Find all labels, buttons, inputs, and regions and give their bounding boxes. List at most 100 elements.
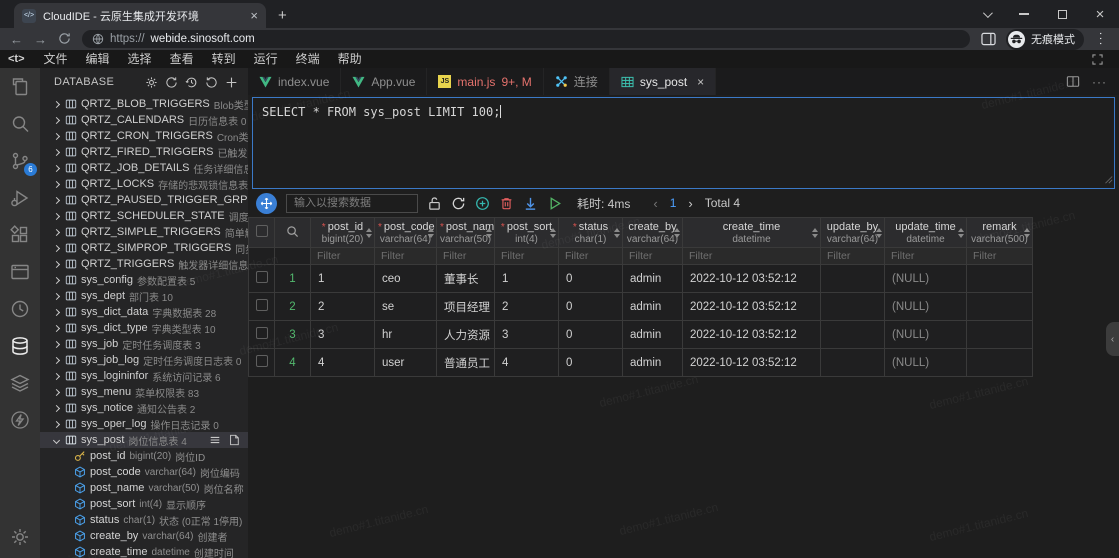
add-connection-icon[interactable]: [225, 76, 238, 89]
column-header[interactable]: post_id bigint(20): [311, 218, 375, 248]
history-clock-icon[interactable]: [9, 298, 31, 320]
menu-item[interactable]: 文件: [35, 50, 77, 68]
sort-icon[interactable]: [958, 228, 964, 238]
explorer-icon[interactable]: [9, 76, 31, 98]
cell-post_sort[interactable]: 4: [495, 349, 559, 377]
cell-remark[interactable]: [967, 321, 1033, 349]
extensions-icon[interactable]: [9, 224, 31, 246]
sort-icon[interactable]: [674, 228, 680, 238]
table-tree-item-selected[interactable]: sys_post 岗位信息表 4: [40, 432, 248, 448]
history-icon[interactable]: [185, 76, 198, 89]
prev-page-icon[interactable]: [653, 196, 657, 211]
layers-icon[interactable]: [9, 372, 31, 394]
refresh-icon[interactable]: [205, 76, 218, 89]
table-tree-item[interactable]: sys_dept 部门表 10: [40, 288, 248, 304]
filter-cell[interactable]: Filter: [821, 248, 885, 265]
cell-post_code[interactable]: se: [375, 293, 437, 321]
filter-cell[interactable]: Filter: [967, 248, 1033, 265]
filter-cell[interactable]: Filter: [375, 248, 437, 265]
table-tree-item[interactable]: sys_job_log 定时任务调度日志表 0: [40, 352, 248, 368]
column-header[interactable]: post_name varchar(50): [437, 218, 495, 248]
refresh-results-icon[interactable]: [451, 196, 466, 211]
add-row-icon[interactable]: [475, 196, 490, 211]
row-checkbox[interactable]: [249, 293, 275, 321]
sort-icon[interactable]: [876, 228, 882, 238]
cell-create_time[interactable]: 2022-10-12 03:52:12: [683, 265, 821, 293]
sort-icon[interactable]: [428, 228, 434, 238]
field-tree-item[interactable]: post_name varchar(50) 岗位名称: [40, 480, 248, 496]
row-search-header[interactable]: [275, 218, 311, 248]
filter-cell[interactable]: Filter: [437, 248, 495, 265]
sort-icon[interactable]: [550, 228, 556, 238]
table-tree-item[interactable]: QRTZ_CRON_TRIGGERS Cron类型...: [40, 128, 248, 144]
side-panel-icon[interactable]: [981, 32, 996, 46]
menu-item[interactable]: 查看: [161, 50, 203, 68]
sort-icon[interactable]: [614, 228, 620, 238]
run-query-icon[interactable]: [547, 196, 562, 211]
cell-post_code[interactable]: hr: [375, 321, 437, 349]
run-debug-icon[interactable]: [9, 187, 31, 209]
table-tree-item[interactable]: QRTZ_SCHEDULER_STATE 调度器状...: [40, 208, 248, 224]
sort-icon[interactable]: [812, 228, 818, 238]
cell-post_name[interactable]: 项目经理: [437, 293, 495, 321]
table-tree-item[interactable]: QRTZ_CALENDARS 日历信息表 0: [40, 112, 248, 128]
source-control-icon[interactable]: 6: [9, 150, 31, 172]
field-tree-item[interactable]: post_id bigint(20) 岗位ID: [40, 448, 248, 464]
column-header[interactable]: remark varchar(500): [967, 218, 1033, 248]
table-tree-item[interactable]: QRTZ_JOB_DETAILS 任务详细信息...: [40, 160, 248, 176]
sql-editor[interactable]: SELECT * FROM sys_post LIMIT 100;: [252, 97, 1115, 189]
field-tree-item[interactable]: create_time datetime 创建时间: [40, 544, 248, 558]
table-tree-item[interactable]: sys_notice 通知公告表 2: [40, 400, 248, 416]
table-tree-item[interactable]: QRTZ_LOCKS 存储的悲观锁信息表 2: [40, 176, 248, 192]
incognito-badge[interactable]: 无痕模式: [1006, 29, 1084, 50]
tab-index-vue[interactable]: index.vue: [248, 68, 341, 95]
cell-post_name[interactable]: 董事长: [437, 265, 495, 293]
cell-post_name[interactable]: 普通员工: [437, 349, 495, 377]
split-editor-icon[interactable]: [1066, 75, 1080, 88]
filter-cell[interactable]: Filter: [495, 248, 559, 265]
cell-post_sort[interactable]: 3: [495, 321, 559, 349]
cell-remark[interactable]: [967, 265, 1033, 293]
fullscreen-icon[interactable]: [1092, 54, 1103, 65]
browser-tab[interactable]: CloudIDE - 云原生集成开发环境: [14, 3, 266, 28]
move-button[interactable]: [256, 193, 277, 214]
cell-post_id[interactable]: 4: [311, 349, 375, 377]
close-window-button[interactable]: [1081, 0, 1119, 28]
table-tree-item[interactable]: sys_config 参数配置表 5: [40, 272, 248, 288]
cell-update_time[interactable]: (NULL): [885, 293, 967, 321]
row-number[interactable]: 2: [275, 293, 311, 321]
column-header[interactable]: update_by varchar(64): [821, 218, 885, 248]
cell-create_by[interactable]: admin: [623, 349, 683, 377]
tab-close-icon[interactable]: [697, 75, 704, 89]
cell-post_sort[interactable]: 1: [495, 265, 559, 293]
menu-item[interactable]: 终端: [287, 50, 329, 68]
column-header[interactable]: create_by varchar(64): [623, 218, 683, 248]
cell-update_by[interactable]: [821, 321, 885, 349]
cell-update_time[interactable]: (NULL): [885, 349, 967, 377]
page-number[interactable]: 1: [670, 196, 677, 210]
new-tab-button[interactable]: [278, 8, 287, 23]
column-header[interactable]: post_sort int(4): [495, 218, 559, 248]
menu-item[interactable]: 转到: [203, 50, 245, 68]
back-button[interactable]: ←: [10, 33, 23, 46]
row-checkbox[interactable]: [249, 321, 275, 349]
more-actions-icon[interactable]: [1092, 73, 1107, 91]
lightning-icon[interactable]: [9, 409, 31, 431]
field-tree-item[interactable]: create_by varchar(64) 创建者: [40, 528, 248, 544]
browser-preview-icon[interactable]: [9, 261, 31, 283]
list-icon[interactable]: [209, 434, 221, 446]
cell-post_sort[interactable]: 2: [495, 293, 559, 321]
panel-collapse-handle[interactable]: [1106, 322, 1119, 356]
forward-button[interactable]: →: [34, 33, 47, 46]
cell-update_time[interactable]: (NULL): [885, 321, 967, 349]
database-icon[interactable]: [9, 335, 31, 357]
maximize-button[interactable]: [1043, 0, 1081, 28]
tab-app-vue[interactable]: App.vue: [341, 68, 427, 95]
cell-create_time[interactable]: 2022-10-12 03:52:12: [683, 321, 821, 349]
filter-cell[interactable]: Filter: [311, 248, 375, 265]
field-tree-item[interactable]: status char(1) 状态 (0正常 1停用): [40, 512, 248, 528]
menu-item[interactable]: 选择: [119, 50, 161, 68]
unlock-icon[interactable]: [427, 196, 442, 211]
tab-connection[interactable]: 连接: [544, 68, 610, 95]
field-tree-item[interactable]: post_code varchar(64) 岗位编码: [40, 464, 248, 480]
